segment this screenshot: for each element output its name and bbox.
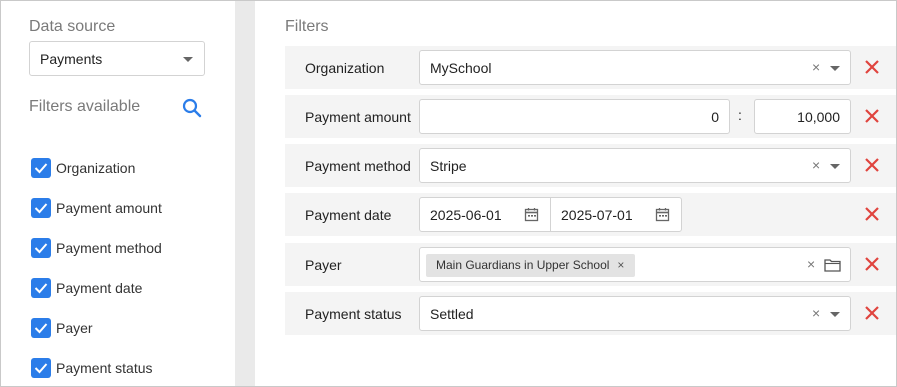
clear-icon[interactable]: × xyxy=(812,305,820,321)
checkbox-label: Payment method xyxy=(56,240,162,256)
range-separator: : xyxy=(738,107,742,123)
payment-method-select[interactable]: Stripe × xyxy=(419,148,851,183)
data-source-value: Payments xyxy=(40,51,103,67)
checkbox-payment-status[interactable]: Payment status xyxy=(31,358,221,378)
payment-amount-min-input[interactable]: 0 xyxy=(419,99,730,134)
filters-available-label: Filters available xyxy=(29,98,141,115)
checkbox-payment-amount[interactable]: Payment amount xyxy=(31,198,221,218)
clear-icon[interactable]: × xyxy=(812,59,820,75)
panel-divider xyxy=(235,1,255,386)
organization-select[interactable]: MySchool × xyxy=(419,50,851,85)
chevron-down-icon xyxy=(183,57,193,62)
organization-value: MySchool xyxy=(430,60,492,76)
checkbox-checked-icon xyxy=(31,358,51,378)
checkbox-label: Payment status xyxy=(56,360,153,376)
payment-status-select[interactable]: Settled × xyxy=(419,296,851,331)
payment-amount-min-value: 0 xyxy=(711,109,719,125)
checkbox-label: Organization xyxy=(56,160,136,176)
checkbox-payment-method[interactable]: Payment method xyxy=(31,238,221,258)
checkbox-checked-icon xyxy=(31,278,51,298)
payment-status-value: Settled xyxy=(430,306,474,322)
checkbox-label: Payment amount xyxy=(56,200,162,216)
filter-row-payment-amount: Payment amount 0 : 10,000 xyxy=(285,95,896,138)
checkbox-label: Payer xyxy=(56,320,93,336)
payment-date-to-input[interactable]: 2025-07-01 xyxy=(550,197,682,232)
calendar-icon[interactable] xyxy=(524,207,539,222)
sidebar: Data source Payments Filters available O… xyxy=(1,1,235,386)
payer-tag: Main Guardians in Upper School × xyxy=(426,254,636,277)
delete-filter-icon[interactable] xyxy=(863,107,881,125)
checkbox-checked-icon xyxy=(31,238,51,258)
chevron-down-icon xyxy=(830,164,840,169)
filter-row-payment-status: Payment status Settled × xyxy=(285,292,896,335)
filter-label: Payment amount xyxy=(305,109,411,125)
filter-row-organization: Organization MySchool × xyxy=(285,46,896,89)
filter-label: Payer xyxy=(305,257,342,273)
clear-icon[interactable]: × xyxy=(807,256,815,272)
chevron-down-icon xyxy=(830,312,840,317)
folder-icon[interactable] xyxy=(824,258,841,272)
clear-icon[interactable]: × xyxy=(812,157,820,173)
payment-date-from-value: 2025-06-01 xyxy=(430,207,502,223)
payment-amount-max-input[interactable]: 10,000 xyxy=(754,99,851,134)
payment-amount-max-value: 10,000 xyxy=(797,109,840,125)
calendar-icon[interactable] xyxy=(655,207,670,222)
filter-label: Payment method xyxy=(305,158,411,174)
filter-label: Payment status xyxy=(305,306,402,322)
checkbox-payer[interactable]: Payer xyxy=(31,318,221,338)
checkbox-organization[interactable]: Organization xyxy=(31,158,221,178)
payment-method-value: Stripe xyxy=(430,158,467,174)
payer-select[interactable]: Main Guardians in Upper School × × xyxy=(419,247,851,282)
filter-label: Organization xyxy=(305,60,385,76)
data-source-label: Data source xyxy=(29,18,116,35)
filter-row-payer: Payer Main Guardians in Upper School × × xyxy=(285,243,896,286)
checkbox-checked-icon xyxy=(31,318,51,338)
checkbox-checked-icon xyxy=(31,198,51,218)
delete-filter-icon[interactable] xyxy=(863,304,881,322)
filters-title: Filters xyxy=(285,18,329,35)
data-source-select[interactable]: Payments xyxy=(29,41,205,76)
filter-row-payment-method: Payment method Stripe × xyxy=(285,144,896,187)
delete-filter-icon[interactable] xyxy=(863,156,881,174)
app-window: Data source Payments Filters available O… xyxy=(0,0,897,387)
payer-tag-label: Main Guardians in Upper School xyxy=(436,258,610,272)
checkbox-label: Payment date xyxy=(56,280,143,296)
payment-date-from-input[interactable]: 2025-06-01 xyxy=(419,197,551,232)
search-icon[interactable] xyxy=(181,97,203,119)
checkbox-checked-icon xyxy=(31,158,51,178)
checkbox-payment-date[interactable]: Payment date xyxy=(31,278,221,298)
chevron-down-icon xyxy=(830,66,840,71)
delete-filter-icon[interactable] xyxy=(863,58,881,76)
payment-date-to-value: 2025-07-01 xyxy=(561,207,633,223)
filter-label: Payment date xyxy=(305,207,392,223)
delete-filter-icon[interactable] xyxy=(863,255,881,273)
delete-filter-icon[interactable] xyxy=(863,205,881,223)
filter-row-payment-date: Payment date 2025-06-01 2025-07-01 xyxy=(285,193,896,236)
remove-tag-icon[interactable]: × xyxy=(617,254,624,277)
